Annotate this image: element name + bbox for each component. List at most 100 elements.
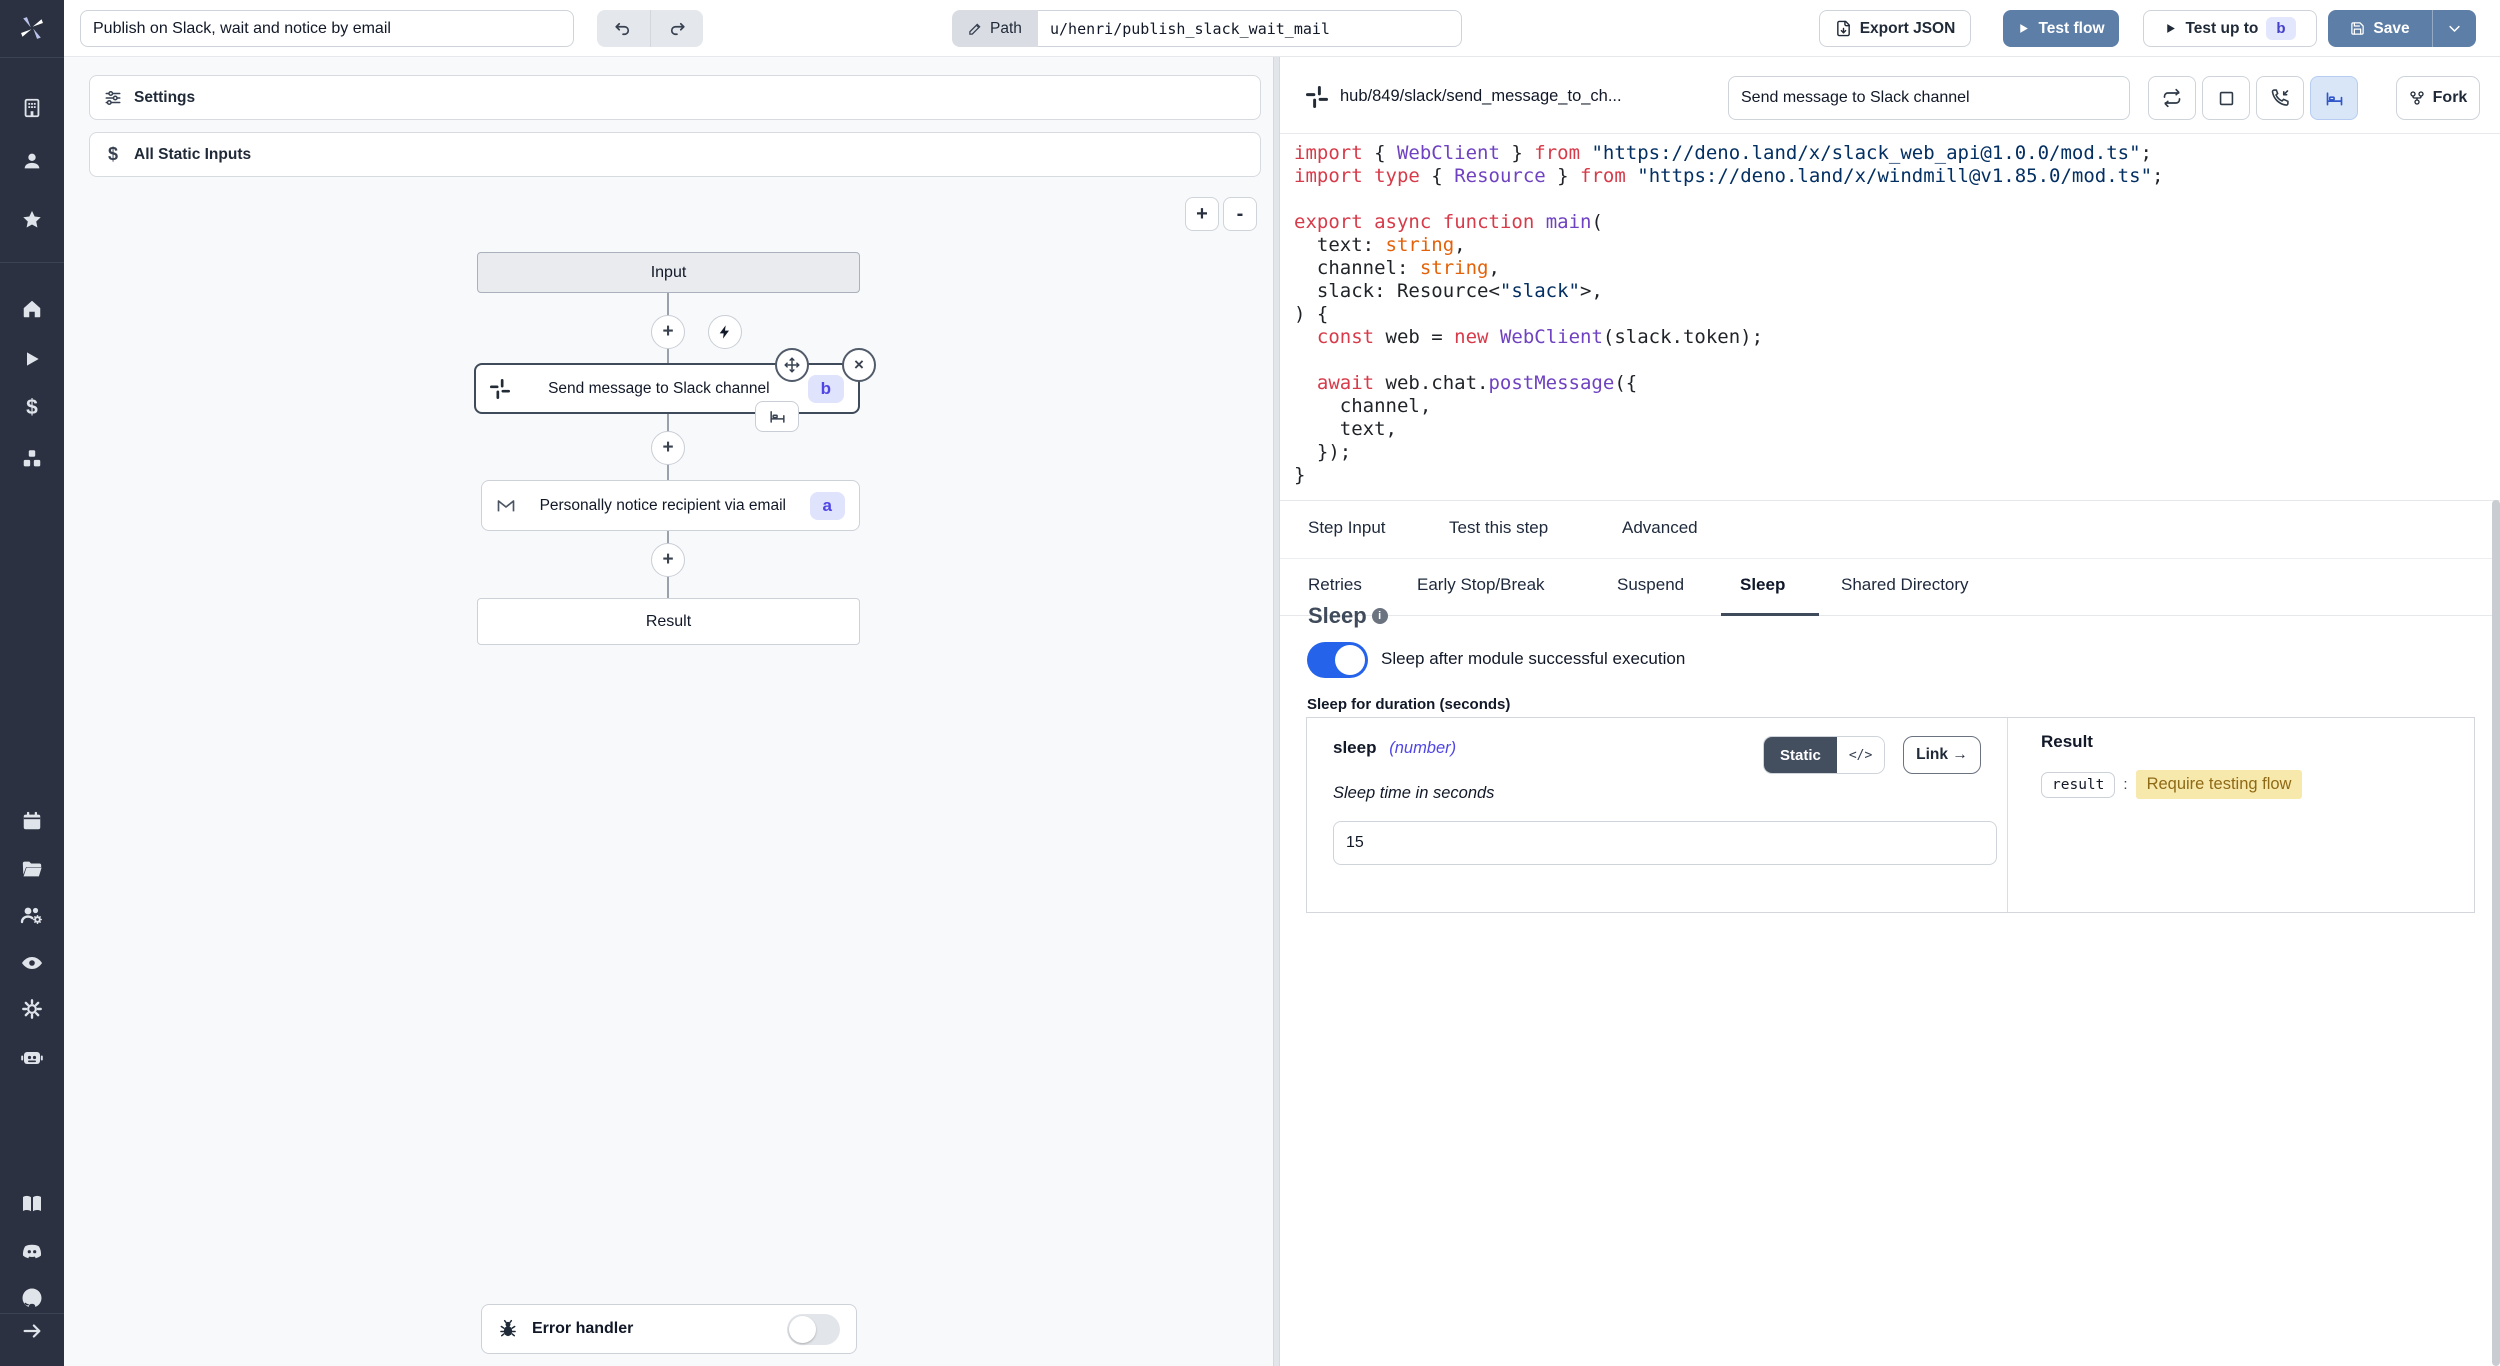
schedules-calendar-icon[interactable] [18,807,46,835]
link-button[interactable]: Link → [1903,736,1981,774]
subtab-suspend[interactable]: Suspend [1617,575,1684,595]
info-circle-icon[interactable]: i [1372,608,1388,624]
move-cross-icon [783,356,801,374]
export-json-button[interactable]: Export JSON [1819,10,1971,47]
path-button[interactable]: Path [952,10,1038,47]
test-flow-label: Test flow [2038,20,2104,38]
zoom-in-button[interactable]: + [1185,197,1219,231]
sidebar-divider [0,1313,64,1314]
insert-step-button[interactable]: + [651,431,685,465]
move-node-button[interactable] [775,348,809,382]
collapse-arrow-right-icon[interactable] [18,1317,46,1345]
windmill-logo-icon[interactable] [18,14,46,42]
user-icon[interactable] [18,147,46,175]
delete-node-button[interactable]: × [842,348,876,382]
export-json-label: Export JSON [1860,20,1956,38]
flow-path-input[interactable] [1038,10,1462,47]
undo-button[interactable] [597,10,651,47]
static-mode-button[interactable]: Static [1764,737,1837,773]
subtab-retries[interactable]: Retries [1308,575,1362,595]
zoom-out-button[interactable]: - [1223,197,1257,231]
fork-button[interactable]: Fork [2396,76,2480,120]
folders-icon[interactable] [18,855,46,883]
gmail-icon [496,496,516,516]
audit-eye-icon[interactable] [18,949,46,977]
sleep-config-panel: sleep (number) Static </> Link → Sleep t… [1306,717,2475,913]
test-flow-button[interactable]: Test flow [2003,10,2119,47]
slack-icon [490,379,510,399]
subtab-shared-directory[interactable]: Shared Directory [1841,575,1969,595]
repeat-icon [2162,88,2182,108]
early-stop-icon-button[interactable] [2202,76,2250,120]
undo-icon [614,20,632,38]
play-icon [2164,22,2177,35]
pane-resize-handle[interactable] [1273,57,1280,1366]
test-up-to-step-badge: b [2266,17,2295,40]
test-up-to-button[interactable]: Test up to b [2143,10,2317,47]
insert-step-button[interactable]: + [651,315,685,349]
code-editor[interactable]: import { WebClient } from "https://deno.… [1280,134,2492,500]
bed-icon [2324,88,2345,109]
runs-play-icon[interactable] [18,345,46,373]
flow-node-error-handler[interactable]: Error handler [481,1304,857,1354]
sleep-field-description: Sleep time in seconds [1333,784,1494,803]
toggle-knob [1335,645,1365,675]
redo-button[interactable] [651,10,704,47]
groups-users-gear-icon[interactable] [18,901,46,929]
flow-node-result[interactable]: Result [477,598,860,645]
flow-settings-bar[interactable]: Settings [89,75,1261,120]
insert-step-button[interactable]: + [651,543,685,577]
sleep-enable-toggle[interactable] [1307,642,1368,678]
github-icon[interactable] [18,1284,46,1312]
workers-robot-icon[interactable] [18,1043,46,1071]
settings-bar-label: Settings [134,89,195,107]
static-inputs-bar-label: All Static Inputs [134,146,251,164]
result-key-chip: result [2041,772,2115,798]
variables-dollar-icon[interactable]: $ [18,394,46,422]
tab-step-input[interactable]: Step Input [1308,518,1386,538]
save-dropdown-button[interactable] [2432,10,2476,47]
sliders-icon [104,89,122,107]
save-button[interactable]: Save [2328,10,2432,47]
error-handler-toggle[interactable] [787,1314,840,1345]
code-mode-button[interactable]: </> [1837,737,1884,773]
result-value-highlight: Require testing flow [2136,770,2303,799]
toggle-knob [789,1316,816,1343]
flow-node-email[interactable]: Personally notice recipient via email a [481,480,860,531]
retries-icon-button[interactable] [2148,76,2196,120]
play-icon [2017,22,2030,35]
topbar: Path Export JSON Test flow Test up to b … [64,0,2500,57]
all-static-inputs-bar[interactable]: $ All Static Inputs [89,132,1261,177]
resources-cubes-icon[interactable] [18,445,46,473]
lightning-bolt-icon [717,324,733,340]
favorites-star-icon[interactable] [18,206,46,234]
node-sleep-indicator-button[interactable] [755,401,799,432]
step-name-input[interactable] [1728,76,2130,120]
settings-gear-icon[interactable] [18,995,46,1023]
flow-node-input[interactable]: Input [477,252,860,293]
sleep-seconds-input[interactable] [1333,821,1997,865]
sleep-duration-label: Sleep for duration (seconds) [1307,696,1510,713]
tab-advanced[interactable]: Advanced [1622,518,1698,538]
hub-script-path[interactable]: hub/849/slack/send_message_to_ch... [1340,87,1622,106]
flow-title-input[interactable] [80,10,574,47]
advanced-subtabs-row: Retries Early Stop/Break Suspend Sleep S… [1280,558,2500,616]
home-icon[interactable] [18,295,46,323]
bed-icon [768,407,787,426]
trigger-bolt-button[interactable] [708,315,742,349]
step-detail-pane: hub/849/slack/send_message_to_ch... Fork… [1280,57,2500,1366]
workspace-building-icon[interactable] [18,94,46,122]
result-node-label: Result [646,613,691,631]
sleep-icon-button[interactable] [2310,76,2358,120]
vertical-scrollbar[interactable] [2492,500,2500,1366]
result-heading: Result [2041,732,2093,752]
path-button-label: Path [990,20,1022,38]
docs-book-icon[interactable] [18,1190,46,1218]
tab-test-this-step[interactable]: Test this step [1449,518,1548,538]
subtab-sleep[interactable]: Sleep [1740,575,1785,595]
subtab-early-stop-break[interactable]: Early Stop/Break [1417,575,1545,595]
flow-canvas-pane: Settings $ All Static Inputs + - Input +… [64,57,1273,1366]
suspend-icon-button[interactable] [2256,76,2304,120]
discord-icon[interactable] [18,1238,46,1266]
chevron-down-icon [2447,21,2462,36]
